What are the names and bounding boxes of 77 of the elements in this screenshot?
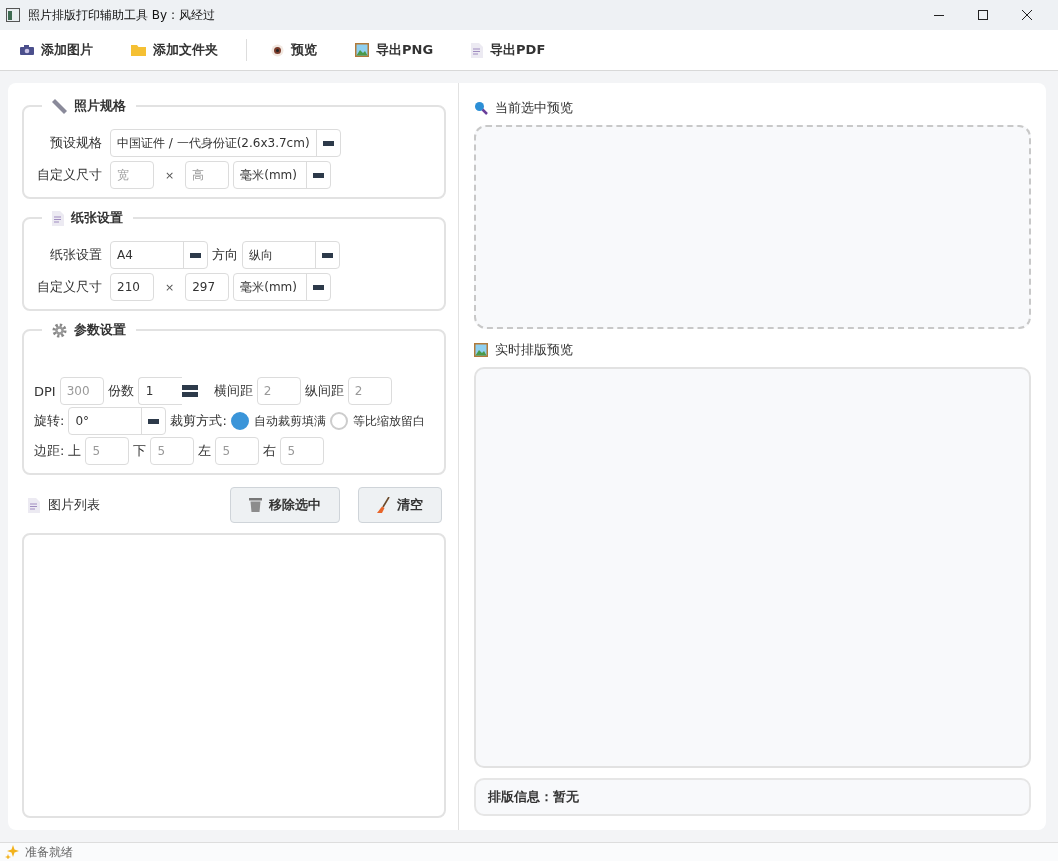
field-label: 裁剪方式: <box>170 412 227 430</box>
dropdown[interactable]: 毫米(mm) <box>233 161 332 189</box>
input-field[interactable]: 高 <box>185 161 230 189</box>
preview-title: 当前选中预览 <box>495 99 573 117</box>
field-label: 右 <box>263 442 277 460</box>
magnifier-icon <box>474 101 488 115</box>
times-sign: × <box>164 280 176 294</box>
input-field[interactable]: 2 <box>347 377 392 405</box>
preview-title: 实时排版预览 <box>495 341 573 359</box>
bar-icon <box>313 284 325 290</box>
list-title: 图片列表 <box>48 496 100 514</box>
bar-icon <box>322 140 334 146</box>
field-label: 横间距 <box>213 382 253 400</box>
document-icon <box>52 210 64 226</box>
dropdown[interactable]: 纵向 <box>242 241 340 269</box>
dropdown[interactable]: 0° <box>68 407 167 435</box>
input-field[interactable]: 5 <box>150 437 195 465</box>
stepper-icon[interactable] <box>181 383 198 399</box>
field-label: 边距: <box>34 442 65 460</box>
eye-icon <box>271 43 284 57</box>
field-label: 自定义尺寸 <box>36 166 102 184</box>
landscape-picture-icon <box>355 43 369 57</box>
field-label: 自定义尺寸 <box>36 278 102 296</box>
toolbar-button[interactable]: 添加文件夹 <box>121 35 228 65</box>
bar-icon <box>190 252 201 258</box>
field-label: 纸张设置 <box>49 246 102 264</box>
group-title: 参数设置 <box>74 321 126 339</box>
field-label: 下 <box>133 442 147 460</box>
action-button[interactable]: 移除选中 <box>230 487 340 523</box>
toolbar-button[interactable]: 添加图片 <box>10 35 103 65</box>
layout-info: 排版信息：暂无 <box>474 778 1031 816</box>
document-icon <box>471 42 484 58</box>
action-button[interactable]: 清空 <box>358 487 442 523</box>
field-label: 旋转: <box>34 412 65 430</box>
bar-icon <box>322 252 333 258</box>
maximize-icon[interactable] <box>978 10 988 20</box>
group-title: 照片规格 <box>74 97 126 115</box>
camera-icon <box>20 45 34 55</box>
input-field[interactable]: 5 <box>280 437 325 465</box>
window-title: 照片排版打印辅助工具 By : 风经过 <box>28 6 215 24</box>
field-label: 份数 <box>107 382 134 400</box>
document-icon <box>28 497 40 513</box>
input-field[interactable]: 300 <box>59 377 104 405</box>
input-field[interactable]: 2 <box>256 377 301 405</box>
field-label: 左 <box>198 442 212 460</box>
gear-icon <box>52 322 67 338</box>
field-label: 方向 <box>212 246 238 264</box>
trash-icon <box>249 498 262 512</box>
dropdown[interactable]: 毫米(mm) <box>233 273 332 301</box>
status-text: 准备就绪 <box>25 843 73 861</box>
brush-icon <box>377 497 390 513</box>
sparkle-icon <box>5 845 19 859</box>
dropdown[interactable]: 中国证件 / 一代身份证(2.6x3.7cm) <box>110 129 341 157</box>
bar-icon <box>313 172 325 178</box>
input-field[interactable]: 5 <box>85 437 130 465</box>
field-label: 纵间距 <box>304 382 344 400</box>
toolbar-button[interactable]: 导出PNG <box>345 35 444 65</box>
toolbar-button[interactable]: 导出PDF <box>461 35 556 65</box>
group-title: 纸张设置 <box>71 209 123 227</box>
times-sign: × <box>164 168 176 182</box>
bar-icon <box>148 418 160 424</box>
field-label: DPI <box>34 383 56 399</box>
radio-button[interactable]: 等比缩放留白 <box>329 412 425 430</box>
input-field[interactable]: 210 <box>110 273 154 301</box>
field-label: 预设规格 <box>49 134 102 152</box>
dropdown[interactable]: A4 <box>110 241 208 269</box>
field-label: 上 <box>68 442 82 460</box>
toolbar-button[interactable]: 预览 <box>261 35 327 65</box>
ruler-icon <box>52 98 67 114</box>
radio-button[interactable]: 自动裁剪填满 <box>230 412 326 430</box>
input-field[interactable]: 297 <box>185 273 230 301</box>
close-icon[interactable] <box>1022 10 1032 20</box>
input-field[interactable]: 5 <box>215 437 260 465</box>
landscape-picture-icon <box>474 343 488 357</box>
folder-icon <box>131 44 146 56</box>
input-field[interactable]: 宽 <box>110 161 154 189</box>
app-icon <box>6 8 20 22</box>
